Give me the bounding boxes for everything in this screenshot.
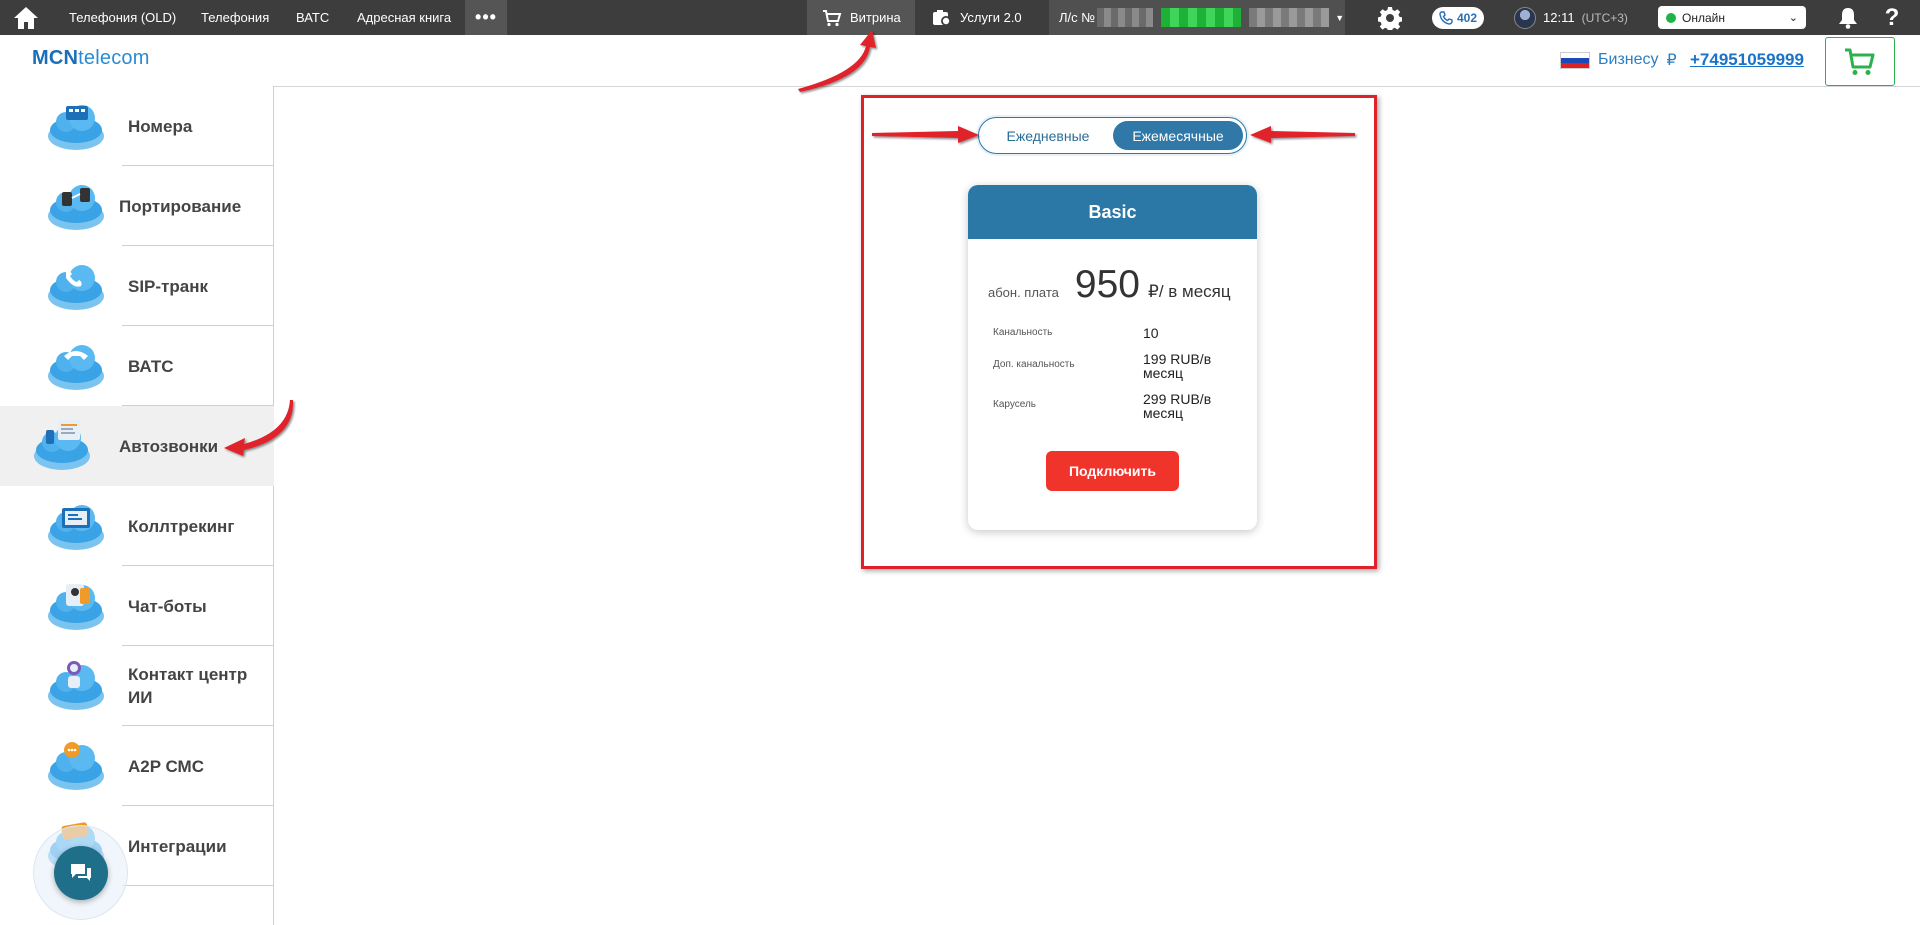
russia-flag-icon <box>1560 51 1590 69</box>
online-status-dot-icon <box>1666 12 1676 23</box>
price-unit: ₽/ в месяц <box>1148 282 1231 301</box>
tariff-card: Basic абон. плата 950 ₽/ в месяц Канальн… <box>968 185 1257 530</box>
chatbot-cloud-icon <box>48 584 104 630</box>
toggle-daily[interactable]: Ежедневные <box>983 121 1113 150</box>
feature-name: Доп. канальность <box>993 359 1075 370</box>
current-time: 12:11 <box>1543 10 1575 25</box>
avatar <box>1514 6 1536 29</box>
account-selector[interactable]: Л/с № ▼ <box>1049 0 1345 35</box>
nav-address-book[interactable]: Адресная книга <box>357 0 451 35</box>
calltracking-cloud-icon <box>48 505 104 550</box>
porting-cloud-icon <box>48 185 104 230</box>
vats-cloud-icon <box>48 345 104 390</box>
sidebar-item-label: Контакт центр ИИ <box>128 665 248 707</box>
nav-vats[interactable]: ВАТС <box>296 0 329 35</box>
sidebar-item-chatbots[interactable]: Чат-боты <box>0 566 274 646</box>
services-icon <box>933 9 951 26</box>
services-tab[interactable]: Услуги 2.0 <box>926 0 1022 35</box>
cart-icon <box>823 9 842 26</box>
account-name-redacted <box>1249 8 1330 27</box>
top-bar: Телефония (OLD) Телефония ВАТС Адресная … <box>0 0 1920 35</box>
sidebar-item-label: SIP-транк <box>128 276 209 296</box>
chat-widget-inner <box>53 845 108 900</box>
toggle-monthly[interactable]: Ежемесячные <box>1113 121 1243 150</box>
notifications-button[interactable] <box>1836 0 1860 35</box>
sidebar-item-numbers[interactable]: Номера <box>0 86 274 166</box>
ai-contact-center-cloud-icon <box>48 661 104 710</box>
arrow-to-shop-tab <box>798 30 876 92</box>
sidebar-item-label: A2P СМС <box>128 756 204 776</box>
sidebar-item-label: ВАТС <box>128 356 174 376</box>
header-divider <box>274 86 1920 87</box>
support-phone-link[interactable]: +74951059999 <box>1690 50 1804 70</box>
timezone: (UTC+3) <box>1581 10 1628 25</box>
logo[interactable]: MCNtelecom <box>32 47 150 70</box>
phone-icon <box>1439 11 1453 25</box>
feature-name: Канальность <box>993 327 1053 338</box>
price-row: абон. плата 950 ₽/ в месяц <box>988 263 1231 307</box>
a2p-sms-cloud-icon <box>48 742 104 790</box>
feature-name: Карусель <box>993 399 1036 410</box>
chat-icon <box>70 863 91 881</box>
chevron-down-icon: ⌄ <box>1788 12 1798 24</box>
numbers-cloud-icon <box>48 105 104 150</box>
tariff-plan-label: Бизнесу <box>1598 51 1659 68</box>
status-select[interactable]: Онлайн ⌄ <box>1658 6 1806 29</box>
fee-label: абон. плата <box>988 285 1059 300</box>
shop-tab[interactable]: Витрина <box>807 0 915 35</box>
user-time[interactable]: 12:11 (UTC+3) <box>1514 0 1628 35</box>
help-button[interactable]: ? <box>1880 0 1904 35</box>
divider <box>122 885 274 886</box>
sidebar-item-autocalls[interactable]: Автозвонки <box>0 406 274 486</box>
shop-tab-label: Витрина <box>850 10 901 25</box>
sidebar-item-calltracking[interactable]: Коллтрекинг <box>0 486 274 566</box>
sidebar-item-label: Коллтрекинг <box>128 516 235 536</box>
sidebar-item-sip-trunk[interactable]: SIP-транк <box>0 246 274 326</box>
question-icon: ? <box>1884 3 1900 31</box>
chat-widget-button[interactable] <box>33 825 128 920</box>
home-button[interactable] <box>10 0 42 35</box>
gear-icon <box>1378 6 1402 30</box>
logo-bold: MCN <box>32 47 79 69</box>
logo-rest: telecom <box>78 47 150 69</box>
autocall-cloud-icon <box>34 420 90 470</box>
feature-value: 299 RUB/в месяц <box>1143 391 1212 421</box>
sidebar-item-label: Интеграции <box>128 836 227 856</box>
sidebar-item-a2p-sms[interactable]: A2P СМС <box>0 726 274 806</box>
sidebar-item-label: Номера <box>128 116 193 136</box>
caret-down-icon: ▼ <box>1335 12 1345 23</box>
billing-period-toggle: Ежедневные Ежемесячные <box>978 117 1247 154</box>
sidebar-item-label: Чат-боты <box>128 596 207 616</box>
sidebar: Номера Портирование SIP-транк ВАТС Автоз… <box>0 86 274 925</box>
calls-count: 402 <box>1457 11 1478 25</box>
sidebar-item-label: Автозвонки <box>119 436 219 456</box>
more-menu-button[interactable]: ••• <box>465 0 507 35</box>
tariff-plan-indicator[interactable]: Бизнесу ₽ <box>1560 50 1677 70</box>
price-value: 950 <box>1074 263 1140 306</box>
nav-telephony[interactable]: Телефония <box>201 0 269 35</box>
services-tab-label: Услуги 2.0 <box>960 10 1022 25</box>
feature-value: 199 RUB/в месяц <box>1143 351 1212 381</box>
account-prefix: Л/с № <box>1059 10 1096 25</box>
account-balance-redacted <box>1161 8 1242 27</box>
sip-trunk-cloud-icon <box>48 265 104 310</box>
status-value: Онлайн <box>1682 10 1725 25</box>
bell-icon <box>1839 7 1857 29</box>
tariff-name: Basic <box>968 185 1257 239</box>
sidebar-item-vats[interactable]: ВАТС <box>0 326 274 406</box>
settings-button[interactable] <box>1375 0 1405 35</box>
connect-button[interactable]: Подключить <box>1046 451 1179 491</box>
sidebar-item-porting[interactable]: Портирование <box>0 166 274 246</box>
sidebar-item-label: Портирование <box>119 196 242 216</box>
feature-value: 10 <box>1143 325 1159 341</box>
active-calls-badge[interactable]: 402 <box>1432 7 1485 29</box>
account-number-redacted <box>1097 8 1154 27</box>
cart-button[interactable] <box>1825 37 1895 86</box>
sidebar-item-ai-contact-center[interactable]: Контакт центр ИИ <box>0 646 274 726</box>
cart-icon <box>1845 48 1875 75</box>
nav-telephony-old[interactable]: Телефония (OLD) <box>69 0 176 35</box>
ruble-icon: ₽ <box>1666 52 1677 69</box>
home-icon <box>14 6 38 29</box>
